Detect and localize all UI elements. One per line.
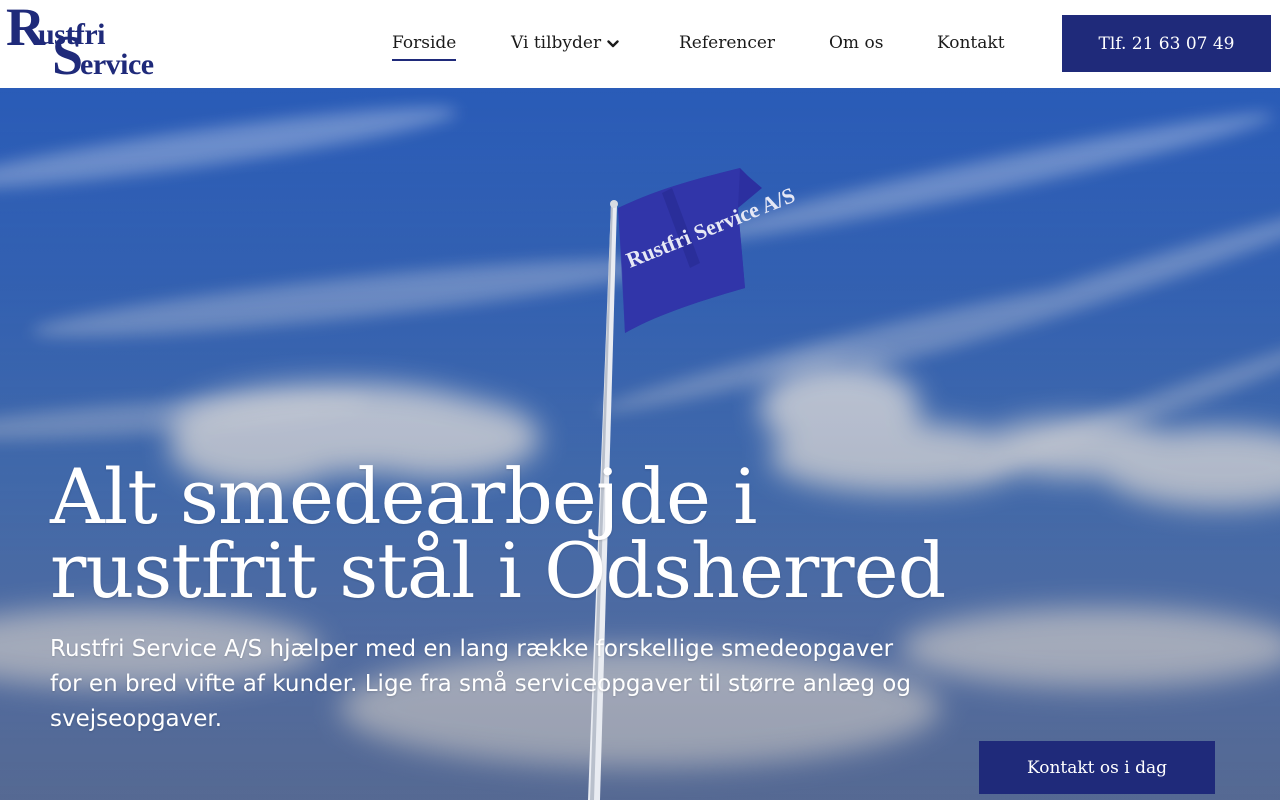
nav-item-vi-tilbyder[interactable]: Vi tilbyder xyxy=(511,31,619,55)
nav-item-kontakt[interactable]: Kontakt xyxy=(937,31,1005,55)
contact-cta-button[interactable]: Kontakt os i dag xyxy=(979,741,1215,794)
hero-section: Rustfri Service A/S Alt smedearbejde i r… xyxy=(0,88,1280,800)
site-header: R ustfri S ervice Forside Vi tilbyder Re… xyxy=(0,0,1280,88)
nav-item-label: Vi tilbyder xyxy=(511,33,602,53)
chevron-down-icon xyxy=(607,39,619,47)
hero-title: Alt smedearbejde i rustfrit stål i Odshe… xyxy=(50,459,950,609)
nav-item-referencer[interactable]: Referencer xyxy=(679,31,775,55)
nav-item-om-os[interactable]: Om os xyxy=(829,31,883,55)
hero-description: Rustfri Service A/S hjælper med en lang … xyxy=(50,636,911,732)
hero-title-line2: rustfrit stål i Odsherred xyxy=(50,526,946,615)
phone-button[interactable]: Tlf. 21 63 07 49 xyxy=(1062,15,1271,72)
nav-item-forside[interactable]: Forside xyxy=(392,31,457,61)
